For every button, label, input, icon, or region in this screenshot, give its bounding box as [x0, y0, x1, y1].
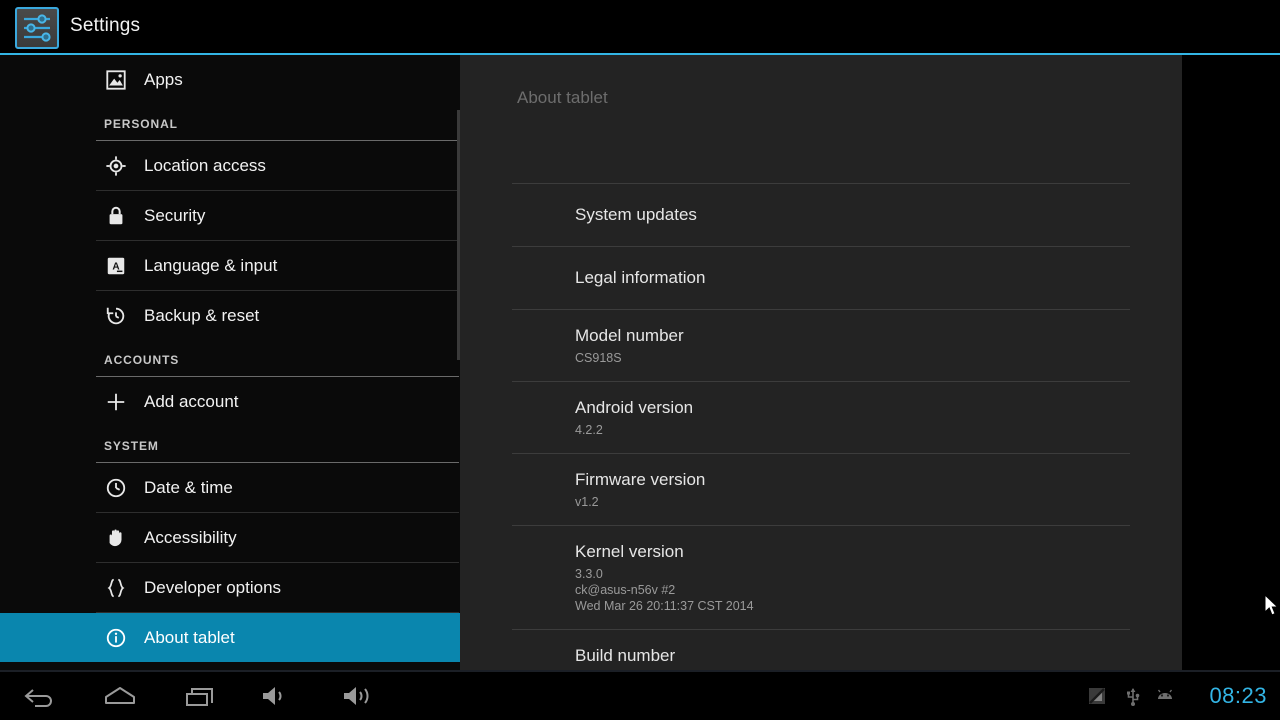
about-row-title: Legal information [575, 268, 706, 287]
sidebar-item-label: Apps [144, 70, 183, 89]
sidebar-item-label: Add account [144, 392, 239, 411]
sidebar-item-accessibility[interactable]: Accessibility [0, 513, 460, 562]
sidebar-item-add-account[interactable]: Add account [0, 377, 460, 426]
sidebar-list: Apps PERSONAL Location access Security A Lang… [0, 55, 460, 662]
home-icon[interactable] [92, 676, 148, 716]
about-row-value: v1.2 [575, 495, 599, 509]
settings-sidebar[interactable]: Apps PERSONAL Location access Security A Lang… [0, 55, 460, 670]
about-row-value: CS918S [575, 351, 622, 365]
about-row-title: Firmware version [575, 470, 706, 489]
about-tablet-panel: About tablet System updates Legal informa… [460, 55, 1280, 685]
sidebar-item-date-time[interactable]: Date & time [0, 463, 460, 512]
sidebar-item-label: Security [144, 206, 206, 225]
sidebar-item-language-input[interactable]: A Language & input [0, 241, 460, 290]
sidebar-item-backup-reset[interactable]: Backup & reset [0, 291, 460, 340]
sidebar-item-label: Backup & reset [144, 306, 260, 325]
navbar-top-edge [0, 670, 1280, 672]
sidebar-item-label: Date & time [144, 478, 233, 497]
about-row-title: Android version [575, 398, 694, 417]
usb-icon [1125, 686, 1141, 706]
volume-up-icon[interactable] [331, 676, 387, 716]
lock-icon [104, 204, 128, 228]
app-title: Settings [70, 15, 141, 36]
sidebar-item-location-access[interactable]: Location access [0, 141, 460, 190]
sidebar-section-accounts: ACCOUNTS [104, 353, 180, 367]
backup-restore-icon [104, 304, 128, 328]
about-row-value: 3.3.0 ck@asus-n56v #2 Wed Mar 26 20:11:3… [575, 567, 754, 613]
about-row[interactable]: Kernel version 3.3.0 ck@asus-n56v #2 Wed … [512, 525, 1130, 629]
sidebar-section-personal: PERSONAL [104, 117, 178, 131]
system-navigation-bar: 08:23 [0, 670, 1280, 720]
about-row[interactable]: System updates [512, 183, 1130, 246]
about-row-value: 4.2.2 [575, 423, 603, 437]
about-row-title: System updates [575, 205, 697, 224]
sidebar-item-label: Language & input [144, 256, 278, 275]
hand-icon [104, 526, 128, 550]
title-bar: Settings [0, 0, 1280, 55]
volume-down-icon[interactable] [248, 676, 304, 716]
android-settings-screen: Settings Apps PERSONAL Location access Secu… [0, 0, 1280, 720]
status-clock: 08:23 [1209, 683, 1267, 708]
about-row[interactable]: Firmware version v1.2 [512, 453, 1130, 525]
mouse-cursor [1264, 593, 1280, 618]
sidebar-item-label: About tablet [144, 628, 235, 647]
braces-icon [104, 576, 128, 600]
about-row[interactable]: Model number CS918S [512, 309, 1130, 381]
sidebar-item-developer-options[interactable]: Developer options [0, 563, 460, 612]
sidebar-item-apps[interactable]: Apps [0, 55, 460, 104]
sidebar-item-label: Accessibility [144, 528, 237, 547]
about-row[interactable]: Legal information [512, 246, 1130, 309]
about-row-title: Model number [575, 326, 684, 345]
apps-image-icon [104, 68, 128, 92]
sidebar-item-security[interactable]: Security [0, 191, 460, 240]
language-a-icon: A [104, 254, 128, 278]
sidebar-item-label: Developer options [144, 578, 282, 597]
sidebar-item-about-tablet[interactable]: About tablet [0, 613, 460, 662]
plus-icon [104, 390, 128, 414]
about-row[interactable]: Android version 4.2.2 [512, 381, 1130, 453]
location-crosshair-icon [104, 154, 128, 178]
ethernet-disconnected-icon [1088, 687, 1106, 705]
info-circle-icon [104, 626, 128, 650]
android-debug-icon [1155, 689, 1175, 703]
back-icon[interactable] [12, 676, 68, 716]
about-row-title: Build number [575, 646, 676, 665]
clock-icon [104, 476, 128, 500]
about-rows-list: System updates Legal information Model num… [460, 183, 1182, 701]
sidebar-item-label: Location access [144, 156, 266, 175]
recents-icon[interactable] [173, 676, 229, 716]
about-row-title: Kernel version [575, 542, 684, 561]
sidebar-section-system: SYSTEM [104, 439, 159, 453]
settings-sliders-icon [15, 7, 59, 49]
page-title: About tablet [517, 88, 608, 107]
